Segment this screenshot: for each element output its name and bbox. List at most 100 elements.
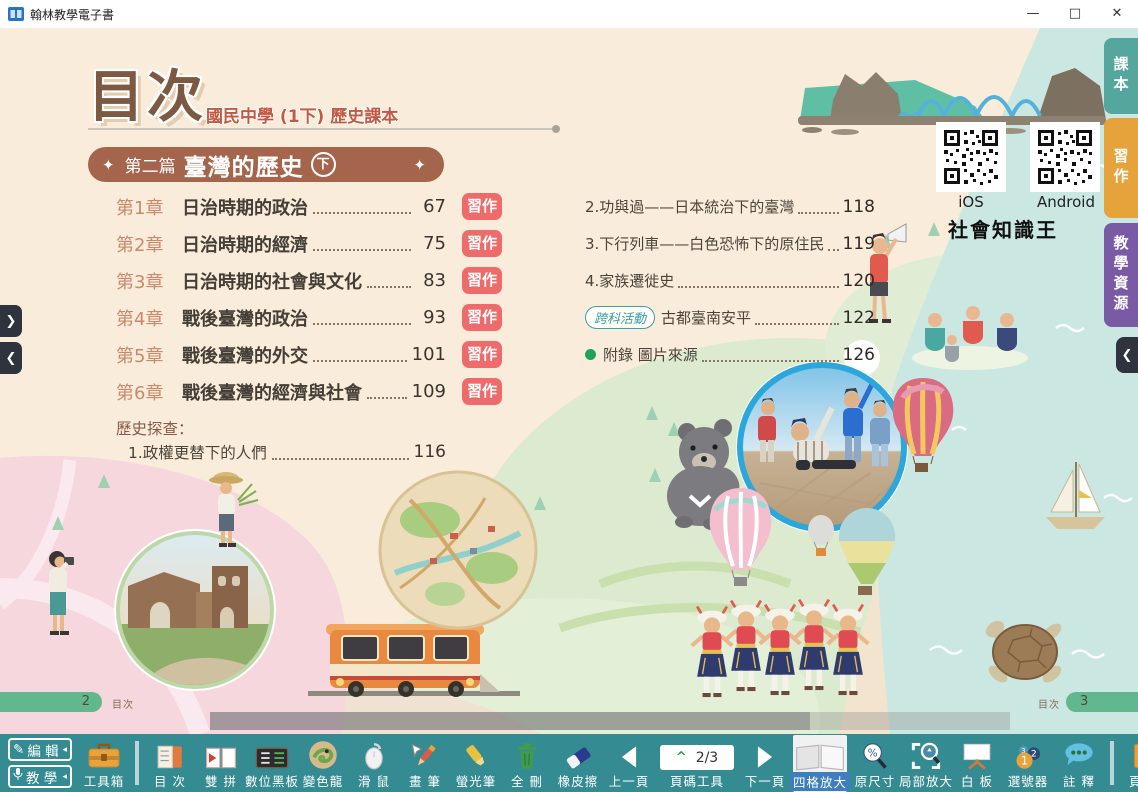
edit-mode-button[interactable]: ✎ 編 輯 ◂ xyxy=(8,738,72,761)
tab-teaching-resources[interactable]: 教學資源 xyxy=(1104,223,1138,327)
page-title: 目次 xyxy=(88,52,206,133)
tab-textbook[interactable]: 課本 xyxy=(1104,38,1138,114)
dotted-leader xyxy=(828,237,838,251)
chameleon-button[interactable]: 變色龍 xyxy=(300,736,346,790)
chapter-page-number: 75 xyxy=(416,233,446,254)
svg-text:%: % xyxy=(868,748,878,760)
toc-chapter-row[interactable]: 第4章戰後臺灣的政治93 習作 xyxy=(116,299,566,336)
volume-badge: 下 xyxy=(311,152,336,177)
page-tabs-button[interactable]: 頁 籤 xyxy=(1122,736,1138,790)
page-number-pill-right: 3 xyxy=(1066,692,1138,712)
dotted-leader xyxy=(313,347,407,362)
magnifier-percent-icon: % xyxy=(861,738,889,770)
section-title: 臺灣的歷史 xyxy=(184,148,304,182)
chapter-title: 日治時期的政治 xyxy=(182,194,308,220)
maximize-button[interactable]: □ xyxy=(1054,0,1096,28)
homework-badge[interactable]: 習作 xyxy=(462,378,502,405)
trash-icon xyxy=(514,738,540,770)
footer-label-right: 目次 xyxy=(1038,696,1060,711)
chapter-title: 日治時期的社會與文化 xyxy=(182,268,362,294)
homework-badge[interactable]: 習作 xyxy=(462,304,502,331)
triangle-left-icon xyxy=(617,738,641,770)
toc-chapter-row[interactable]: 第5章戰後臺灣的外交101 習作 xyxy=(116,336,566,373)
dotted-leader xyxy=(755,311,839,325)
partial-zoom-button[interactable]: 局部放大 xyxy=(903,736,949,790)
page-forward-button[interactable]: ❯ xyxy=(0,305,22,337)
toc-item-row[interactable]: 4.家族遷徙史 120 xyxy=(585,262,875,299)
chevron-left-icon: ◂ xyxy=(62,745,67,755)
homework-badge[interactable]: 習作 xyxy=(462,267,502,294)
appendix-row[interactable]: 附錄 圖片來源 126 xyxy=(585,336,875,373)
toolbox-icon xyxy=(84,738,124,770)
app-logo-icon xyxy=(8,7,24,22)
dotted-leader xyxy=(313,236,411,251)
cross-activity-row[interactable]: 跨科活動 古都臺南安平 122 xyxy=(585,299,875,336)
qr-code-ios xyxy=(936,122,1006,192)
whiteboard-icon xyxy=(962,738,992,770)
homework-badge[interactable]: 習作 xyxy=(462,193,502,220)
mouse-icon xyxy=(363,738,385,770)
toc-item-page: 120 xyxy=(843,271,875,291)
teach-mode-button[interactable]: 教 學 ◂ xyxy=(8,765,72,788)
zoom-brackets-icon xyxy=(911,738,941,770)
chapter-page-number: 83 xyxy=(416,270,446,291)
toc-item-label: 3.下行列車——白色恐怖下的原住民 xyxy=(585,233,824,254)
chapter-title: 戰後臺灣的外交 xyxy=(182,342,308,368)
toc-chapter-row[interactable]: 第2章日治時期的經濟75 習作 xyxy=(116,225,566,262)
homework-badge[interactable]: 習作 xyxy=(462,341,502,368)
erase-all-button[interactable]: 全 刪 xyxy=(504,736,550,790)
tab-workbook[interactable]: 習作 xyxy=(1104,118,1138,218)
mouse-button[interactable]: 滑 鼠 xyxy=(351,736,397,790)
toc-button[interactable]: 目 次 xyxy=(147,736,193,790)
dotted-leader xyxy=(678,274,838,288)
toc-item-label: 2.功與過——日本統治下的臺灣 xyxy=(585,196,794,217)
footer-label-left: 目次 xyxy=(112,696,134,711)
original-size-button[interactable]: % 原尺寸 xyxy=(852,736,898,790)
cross-activity-badge: 跨科活動 xyxy=(585,306,655,329)
toc-chapter-row[interactable]: 第1章日治時期的政治67 習作 xyxy=(116,188,566,225)
annotation-button[interactable]: 註 釋 xyxy=(1056,736,1102,790)
toc-item-page: 116 xyxy=(414,442,446,462)
toolbox-button[interactable]: 工具箱 xyxy=(81,736,127,790)
toc-chapter-row[interactable]: 第3章日治時期的社會與文化 83 習作 xyxy=(116,262,566,299)
quad-zoom-button[interactable]: 四格放大 xyxy=(793,735,847,792)
chapter-number: 第1章 xyxy=(116,194,182,220)
toolbar-separator xyxy=(1110,741,1114,785)
toc-item-row[interactable]: 2.功與過——日本統治下的臺灣 118 xyxy=(585,188,875,225)
page-indicator[interactable]: ^ 2/3 xyxy=(660,745,734,770)
speech-bubble-icon xyxy=(1063,738,1095,770)
toolbar-separator xyxy=(135,741,139,785)
qr-android-label: Android xyxy=(1026,193,1106,211)
microphone-icon xyxy=(13,768,23,785)
scroll-strip[interactable] xyxy=(210,712,810,730)
chapter-page-number: 93 xyxy=(416,307,446,328)
section-banner: ✦ 第二篇 臺灣的歷史 下 ✦ xyxy=(88,147,444,182)
minimize-button[interactable]: — xyxy=(1012,0,1054,28)
whiteboard-button[interactable]: 白 板 xyxy=(954,736,1000,790)
next-page-button[interactable]: 下一頁 xyxy=(742,736,788,790)
page-number-tool-button[interactable]: ^ 2/3 頁碼工具 xyxy=(657,736,737,790)
page-back-button[interactable]: ❮ xyxy=(0,342,22,374)
eraser-button[interactable]: 橡皮擦 xyxy=(555,736,601,790)
section-prefix: 第二篇 xyxy=(125,152,176,177)
toc-item-row[interactable]: 1.政權更替下的人們 116 xyxy=(128,439,446,465)
dual-page-icon xyxy=(205,738,237,770)
chapter-number: 第3章 xyxy=(116,268,182,294)
sparkle-icon: ✦ xyxy=(102,156,115,174)
toc-item-row[interactable]: 3.下行列車——白色恐怖下的原住民 119 xyxy=(585,225,875,262)
prev-page-button[interactable]: 上一頁 xyxy=(606,736,652,790)
close-button[interactable]: ✕ xyxy=(1096,0,1138,28)
toc-chapter-row[interactable]: 第6章戰後臺灣的經濟與社會109 習作 xyxy=(116,373,566,410)
digital-blackboard-button[interactable]: 數位黑板 xyxy=(249,736,295,790)
number-picker-button[interactable]: 321 選號器 xyxy=(1005,736,1051,790)
toc-item-page: 119 xyxy=(843,234,875,254)
dotted-leader xyxy=(367,384,407,399)
sidebar-collapse-button[interactable]: ❮ xyxy=(1116,337,1138,373)
homework-badge[interactable]: 習作 xyxy=(462,230,502,257)
dual-page-button[interactable]: 雙 拼 xyxy=(198,736,244,790)
highlighter-button[interactable]: 螢光筆 xyxy=(453,736,499,790)
scroll-strip[interactable] xyxy=(810,712,1010,730)
pen-button[interactable]: 畫 筆 xyxy=(402,736,448,790)
chameleon-icon xyxy=(308,738,338,770)
qr-caption: 社會知識王 xyxy=(948,214,1058,243)
